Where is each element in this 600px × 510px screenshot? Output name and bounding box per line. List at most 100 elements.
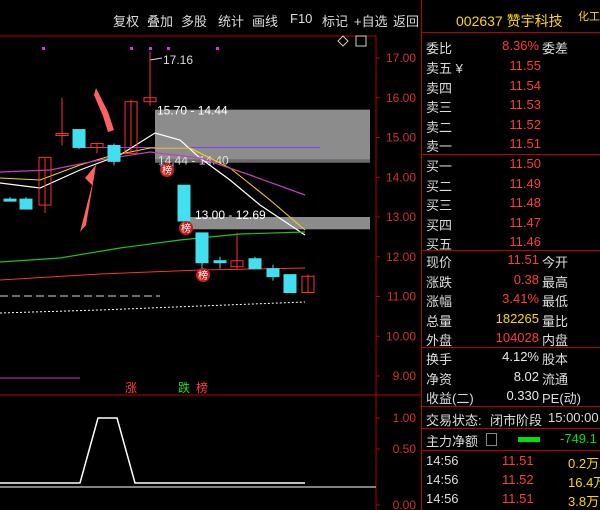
quote-header: 002637 赞宇科技 化工 [422,10,600,33]
red-arrow-down [80,160,100,232]
row-value: 11.46 [509,234,541,250]
stock-code: 002637 赞宇科技 [456,13,563,29]
row-value: 11.49 [509,175,541,191]
red-arrow-up [94,88,114,132]
row-label: 收益(二) [426,391,474,406]
square-icon [355,35,367,47]
row-label: 卖四 [426,80,453,96]
candle-body [195,232,209,264]
tick-price: 11.52 [502,472,534,487]
ma60-line [0,231,306,263]
indicator-tick-label: 0.00 [393,498,417,510]
price-tick-label: 14.00 [386,170,416,184]
row-value: 4.12% [502,349,539,364]
row-value: 11.51 [509,136,541,152]
rank-badge-text: 榜 [198,269,208,282]
row-value: 8.36% [502,38,539,53]
row-value: 182265 [495,310,539,326]
indicator-tick-label: 1.00 [393,411,417,425]
row-label: 总量 [426,313,453,329]
status-label: 交易状态: [426,413,482,428]
row-label-2: 流通 [542,371,569,387]
marker-up: 涨 [125,380,137,395]
indicator-pulse [0,417,305,484]
row-value: 11.54 [509,77,541,93]
row-value: 0.38 [513,271,539,287]
bid-row: 买三 11.48 [422,194,600,213]
zone3-label: 13.00 - 12.69 [195,208,266,222]
row-label: 买四 [426,217,453,233]
price-tick-label: 17.00 [386,51,416,65]
price-tick-label: 10.00 [386,329,416,343]
row-value: 11.52 [509,116,541,132]
candle-body [107,144,121,162]
row-value: 3.41% [502,291,539,306]
row-value: 104028 [495,330,539,345]
row-label-2: 委差 [542,41,569,56]
candle-body [283,274,297,294]
trade-status-row: 交易状态: 闭市阶段 15:00:00 [422,409,600,428]
tick-time: 14:56 [426,453,459,468]
list-icon[interactable] [486,433,497,446]
netflow-bar [518,437,540,442]
zone1-label: 15.70 - 14.44 [157,104,228,118]
status-time: 15:00:00 [548,410,599,425]
price-tick-label: 16.00 [386,91,416,105]
signal-dot [149,47,152,50]
stat2-row: 净资 8.02 流通 [422,368,600,387]
row-value: 11.48 [509,195,541,211]
tick-volume: 0.2万 [568,456,600,471]
row-value: 8.02 [513,368,539,384]
webi-row: 委比 8.36% 委差 [422,37,600,56]
candle-body [213,260,227,264]
sector-tag[interactable]: 化工 [578,8,600,24]
tick-price: 11.51 [502,453,534,468]
row-label: 涨幅 [426,294,453,309]
candle-body [3,198,17,202]
row-label: 卖三 [426,100,453,116]
row-value: 11.50 [509,156,541,171]
row-label: 卖五 ¥ [426,61,463,76]
marker-down: 跌 [178,380,190,395]
tick-row: 14:56 11.51 0.2万 [422,452,600,471]
bid-row: 买二 11.49 [422,175,600,194]
kline-chart: 17.00 16.00 15.00 14.00 13.00 12.00 11.00 10.00… [0,35,421,510]
high-label: 17.16 [163,53,193,67]
high-leader [149,52,163,61]
stat-row: 外盘 104028 内盘 [422,329,600,348]
stat2-row: 收益(二) 0.330 PE(动) [422,387,600,406]
candle-body [72,129,86,148]
status-value: 闭市阶段 [490,413,543,428]
row-label-2: 最高 [542,274,569,290]
price-tick-label: 9.00 [393,369,417,383]
divider [422,406,600,407]
signal-dot [42,47,45,50]
rank-badge-text: 榜 [181,222,191,235]
row-label-2: 最低 [542,294,569,309]
candle-body [19,198,33,210]
netflow-row: 主力净额 -749.1 [422,430,600,449]
quote-panel: 002637 赞宇科技 化工 委比 8.36% 委差 卖五 ¥ 11.55 卖四 11.54… [421,0,600,510]
row-value: 11.53 [509,97,541,113]
tick-row: 14:56 11.51 3.8万 [422,490,600,509]
row-label-2: 今开 [542,255,569,270]
marker-rank: 榜 [196,380,208,395]
bid-row: 买四 11.47 [422,214,600,233]
netflow-value: -749.1 [560,431,597,446]
row-label: 涨跌 [426,274,453,290]
row-label: 委比 [426,41,453,56]
candle-body [248,258,262,270]
row-value: 0.330 [506,388,539,403]
tick-time: 14:56 [426,491,459,506]
signal-dot [216,47,219,50]
row-label: 现价 [426,255,453,270]
price-tick-label: 11.00 [387,290,416,304]
row-label: 卖一 [426,139,453,155]
candle-body [177,184,191,222]
tick-volume: 16.4万 [568,475,600,490]
ask-row: 卖二 11.52 [422,116,600,135]
tick-time: 14:56 [426,472,459,487]
candle-body [266,268,280,278]
stat-row: 涨跌 0.38 最高 [422,271,600,290]
tick-row: 14:56 11.52 16.4万 [422,471,600,490]
